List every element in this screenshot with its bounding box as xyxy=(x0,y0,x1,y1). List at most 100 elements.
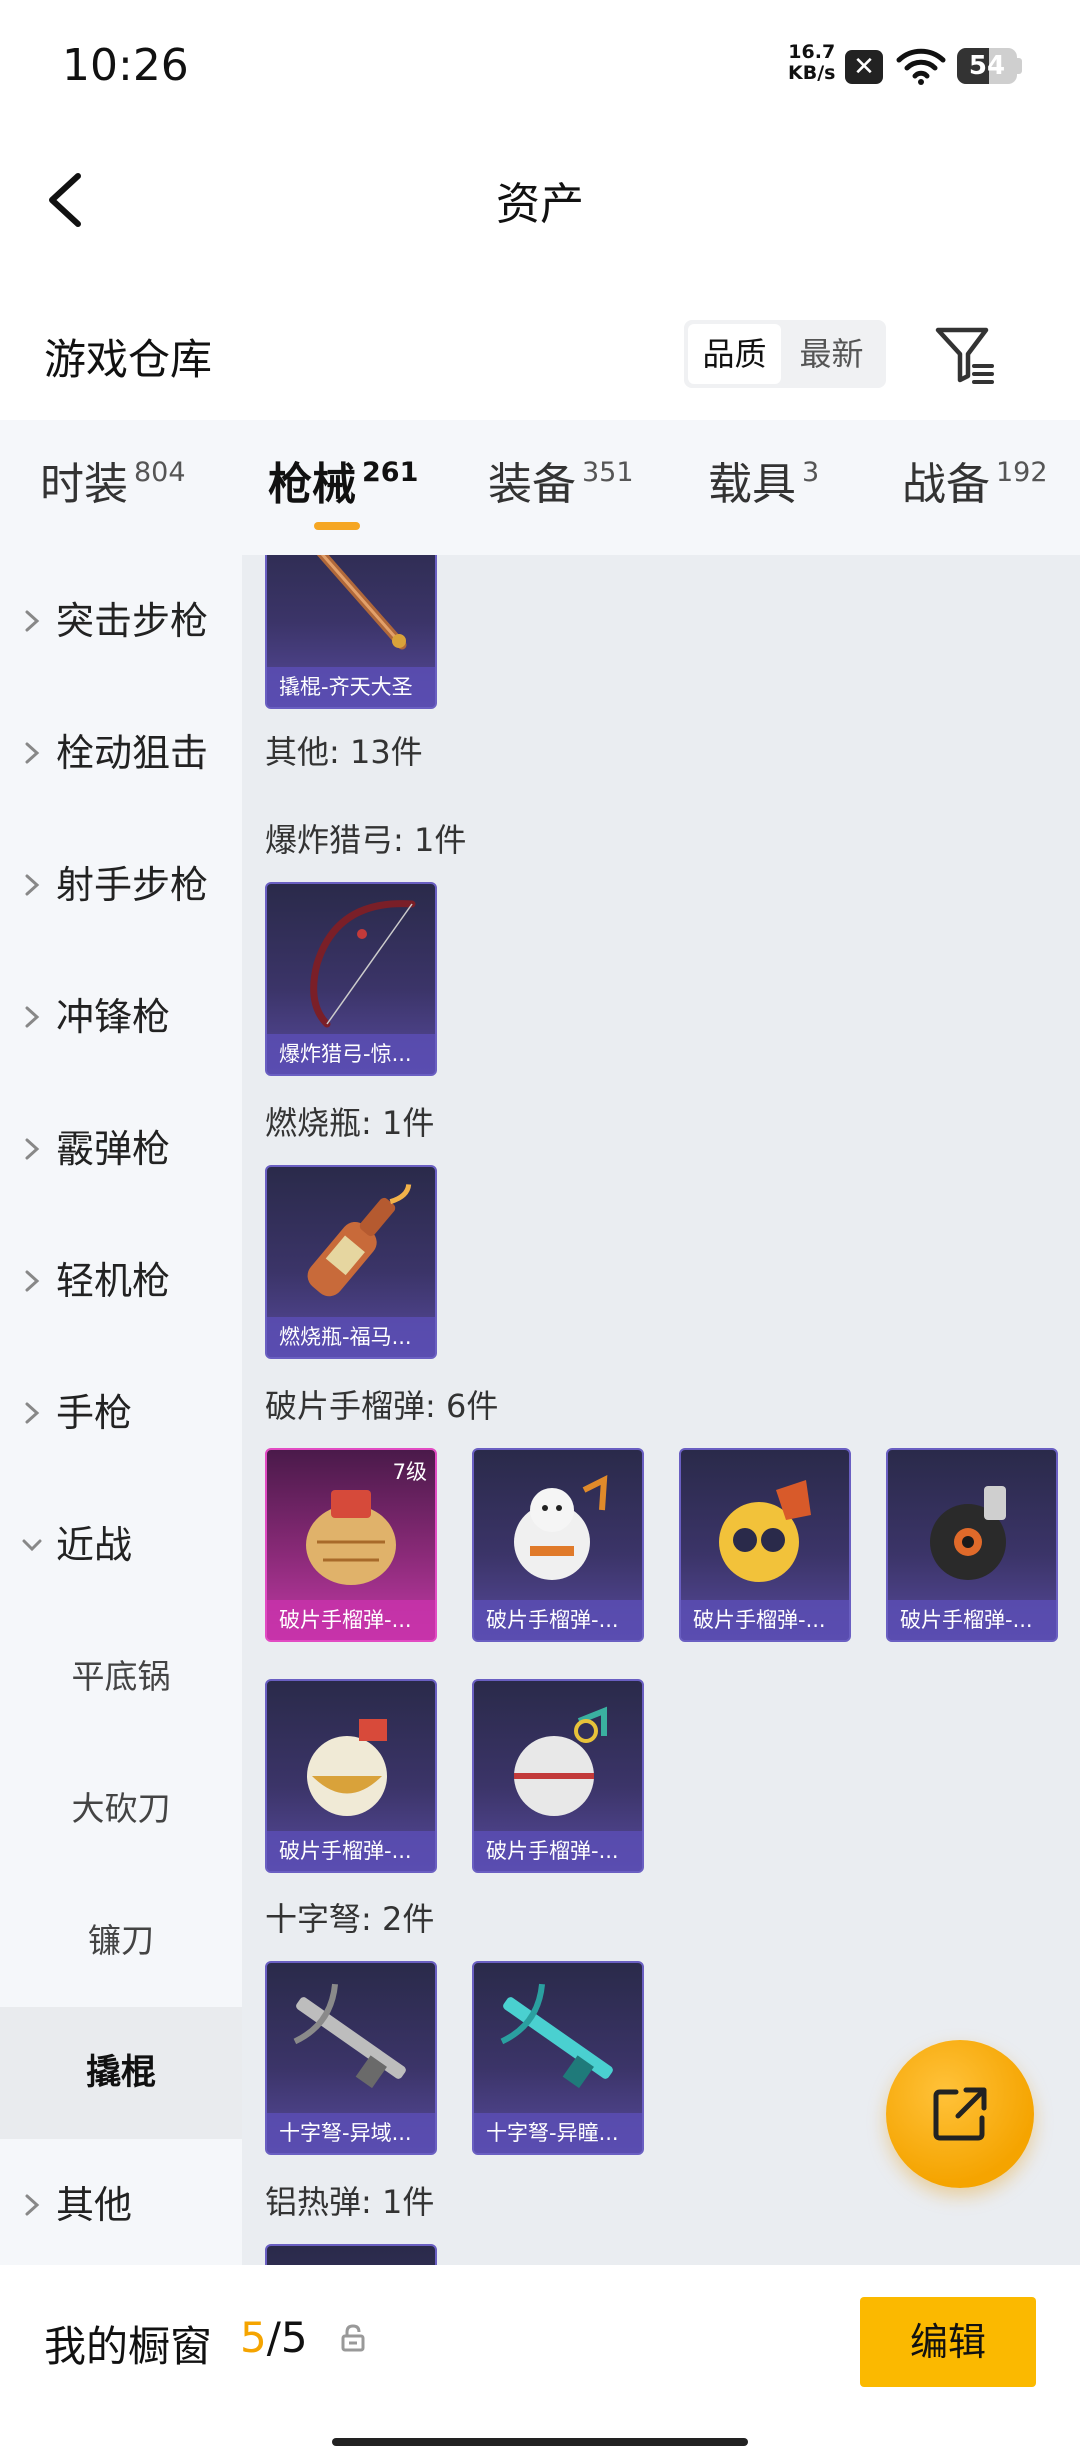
tab-count: 192 xyxy=(996,457,1048,488)
share-button[interactable] xyxy=(886,2040,1034,2188)
sort-latest-button[interactable]: 最新 xyxy=(785,324,878,384)
sidebar-item-melee[interactable]: 近战 xyxy=(0,1479,242,1611)
crossbow-image xyxy=(293,1983,406,2089)
tab-count: 351 xyxy=(582,457,634,488)
sidebar-subitem-label: 平底锅 xyxy=(71,1657,171,1696)
crossbow-image xyxy=(500,1983,613,2089)
chevron-right-icon xyxy=(25,874,40,896)
sidebar-item-shotgun[interactable]: 霰弹枪 xyxy=(0,1083,242,1215)
sidebar-item-smg[interactable]: 冲锋枪 xyxy=(0,951,242,1083)
grenade-image xyxy=(307,1719,387,1816)
sidebar-item-label: 霰弹枪 xyxy=(56,1127,171,1171)
tab-count: 804 xyxy=(134,457,186,488)
group-label-grenade: 破片手榴弹: 6件 xyxy=(265,1387,499,1425)
home-indicator[interactable] xyxy=(332,2438,748,2446)
item-card-grenade[interactable]: 破片手榴弹-... xyxy=(886,1448,1058,1642)
item-card-grenade[interactable]: 破片手榴弹-... xyxy=(679,1448,851,1642)
sidebar-item-pistol[interactable]: 手枪 xyxy=(0,1347,242,1479)
page-title: 资产 xyxy=(496,179,584,230)
tab-supplies[interactable]: 战备 192 xyxy=(902,448,1048,512)
chevron-down-icon xyxy=(22,1539,42,1552)
sidebar-item-label: 手枪 xyxy=(56,1391,133,1435)
item-card-molotov[interactable]: 燃烧瓶-福马... xyxy=(265,1165,437,1359)
item-card-grenade[interactable]: 破片手榴弹-... xyxy=(472,1679,644,1873)
chevron-right-icon xyxy=(25,1006,40,1028)
group-label-molotov: 燃烧瓶: 1件 xyxy=(265,1104,435,1142)
battery-icon: 54 xyxy=(957,48,1017,84)
sidebar-subitem-label: 撬棍 xyxy=(85,2053,156,2093)
tab-vehicles[interactable]: 载具 3 xyxy=(708,448,819,512)
tab-label: 战备 xyxy=(902,459,990,510)
battery-tip xyxy=(1017,58,1022,74)
grenade-image xyxy=(514,1474,608,1580)
tab-label: 枪械 xyxy=(268,459,356,510)
tab-firearms[interactable]: 枪械 261 xyxy=(268,448,418,512)
item-card-label: 破片手榴弹-... xyxy=(267,1600,435,1640)
item-card-label: 破片手榴弹-... xyxy=(888,1600,1056,1640)
sidebar-subitem-label: 大砍刀 xyxy=(71,1789,171,1828)
sort-toggle: 品质 最新 xyxy=(684,320,886,388)
item-grid: 撬棍-齐天大圣 其他: 13件 爆炸猎弓: 1件 爆炸猎弓-惊... 燃烧瓶: … xyxy=(242,555,1080,2265)
sidebar-subitem-machete[interactable]: 大砍刀 xyxy=(0,1743,242,1875)
item-card-label: 爆炸猎弓-惊... xyxy=(267,1034,435,1074)
sidebar-item-label: 冲锋枪 xyxy=(56,995,171,1039)
status-bar: 10:26 16.7 KB/s ✕ 54 xyxy=(0,0,1080,130)
sidebar-item-bolt-sniper[interactable]: 栓动狙击 xyxy=(0,687,242,819)
sidebar-item-label: 近战 xyxy=(56,1523,133,1567)
showcase-current: 5 xyxy=(240,2313,267,2362)
molotov-image xyxy=(307,1184,412,1297)
item-card-label: 十字弩-异域... xyxy=(267,2113,435,2153)
item-card-grenade[interactable]: 破片手榴弹-... xyxy=(472,1448,644,1642)
item-card-bow[interactable]: 爆炸猎弓-惊... xyxy=(265,882,437,1076)
item-card-grenade[interactable]: 7级 破片手榴弹-... xyxy=(265,1448,437,1642)
item-card-crowbar[interactable]: 撬棍-齐天大圣 xyxy=(265,555,437,709)
sidebar-subitem-label: 镰刀 xyxy=(88,1921,154,1960)
item-card-thermite[interactable] xyxy=(265,2244,437,2265)
sidebar-item-label: 突击步枪 xyxy=(56,599,209,643)
item-card-crossbow[interactable]: 十字弩-异域... xyxy=(265,1961,437,2155)
grenade-image xyxy=(719,1480,811,1582)
status-time: 10:26 xyxy=(62,40,189,91)
share-icon xyxy=(933,2087,987,2141)
sidebar-item-other[interactable]: 其他 xyxy=(0,2139,242,2271)
group-label-bow: 爆炸猎弓: 1件 xyxy=(265,821,467,859)
item-card-crossbow[interactable]: 十字弩-异瞳... xyxy=(472,1961,644,2155)
network-speed-value: 16.7 xyxy=(788,41,836,63)
chevron-right-icon xyxy=(25,742,40,764)
sidebar-item-marksman-rifle[interactable]: 射手步枪 xyxy=(0,819,242,951)
tab-count: 3 xyxy=(802,457,820,488)
sidebar-subitem-frying-pan[interactable]: 平底锅 xyxy=(0,1611,242,1743)
network-speed: 16.7 KB/s xyxy=(788,42,835,84)
item-card-grenade[interactable]: 破片手榴弹-... xyxy=(265,1679,437,1873)
tab-count: 261 xyxy=(362,457,419,488)
group-label-thermite: 铝热弹: 1件 xyxy=(265,2183,435,2221)
sidebar-subitem-sickle[interactable]: 镰刀 xyxy=(0,1875,242,2007)
showcase-bar: 我的橱窗 5/5 编辑 xyxy=(0,2265,1080,2460)
sidebar-subitem-crowbar[interactable]: 撬棍 xyxy=(0,2007,242,2139)
item-card-label: 破片手榴弹-... xyxy=(474,1831,642,1871)
grenade-image xyxy=(514,1706,607,1816)
chevron-right-icon xyxy=(25,1138,40,1160)
showcase-total: /5 xyxy=(266,2313,308,2362)
sidebar-item-label: 其他 xyxy=(56,2183,133,2227)
tab-equipment[interactable]: 装备 351 xyxy=(488,448,634,512)
chevron-right-icon xyxy=(25,2194,40,2216)
edit-button[interactable]: 编辑 xyxy=(860,2297,1036,2387)
tab-fashion[interactable]: 时装 804 xyxy=(40,448,186,512)
group-label-crossbow: 十字弩: 2件 xyxy=(265,1900,435,1938)
wifi-icon xyxy=(896,48,946,85)
sidebar-item-lmg[interactable]: 轻机枪 xyxy=(0,1215,242,1347)
sort-quality-button[interactable]: 品质 xyxy=(688,324,781,384)
showcase-label: 我的橱窗 xyxy=(44,2322,213,2371)
sidebar-item-label: 栓动狙击 xyxy=(56,731,209,775)
tab-label: 时装 xyxy=(40,459,128,510)
showcase-count: 5/5 xyxy=(240,2313,308,2362)
no-sim-icon: ✕ xyxy=(845,50,883,84)
sidebar-item-assault-rifle[interactable]: 突击步枪 xyxy=(0,555,242,687)
crowbar-image xyxy=(316,555,407,650)
filter-icon[interactable] xyxy=(932,324,996,386)
item-card-label: 破片手榴弹-... xyxy=(681,1600,849,1640)
grenade-image xyxy=(930,1486,1006,1580)
tab-label: 装备 xyxy=(488,459,576,510)
item-card-label: 十字弩-异瞳... xyxy=(474,2113,642,2153)
